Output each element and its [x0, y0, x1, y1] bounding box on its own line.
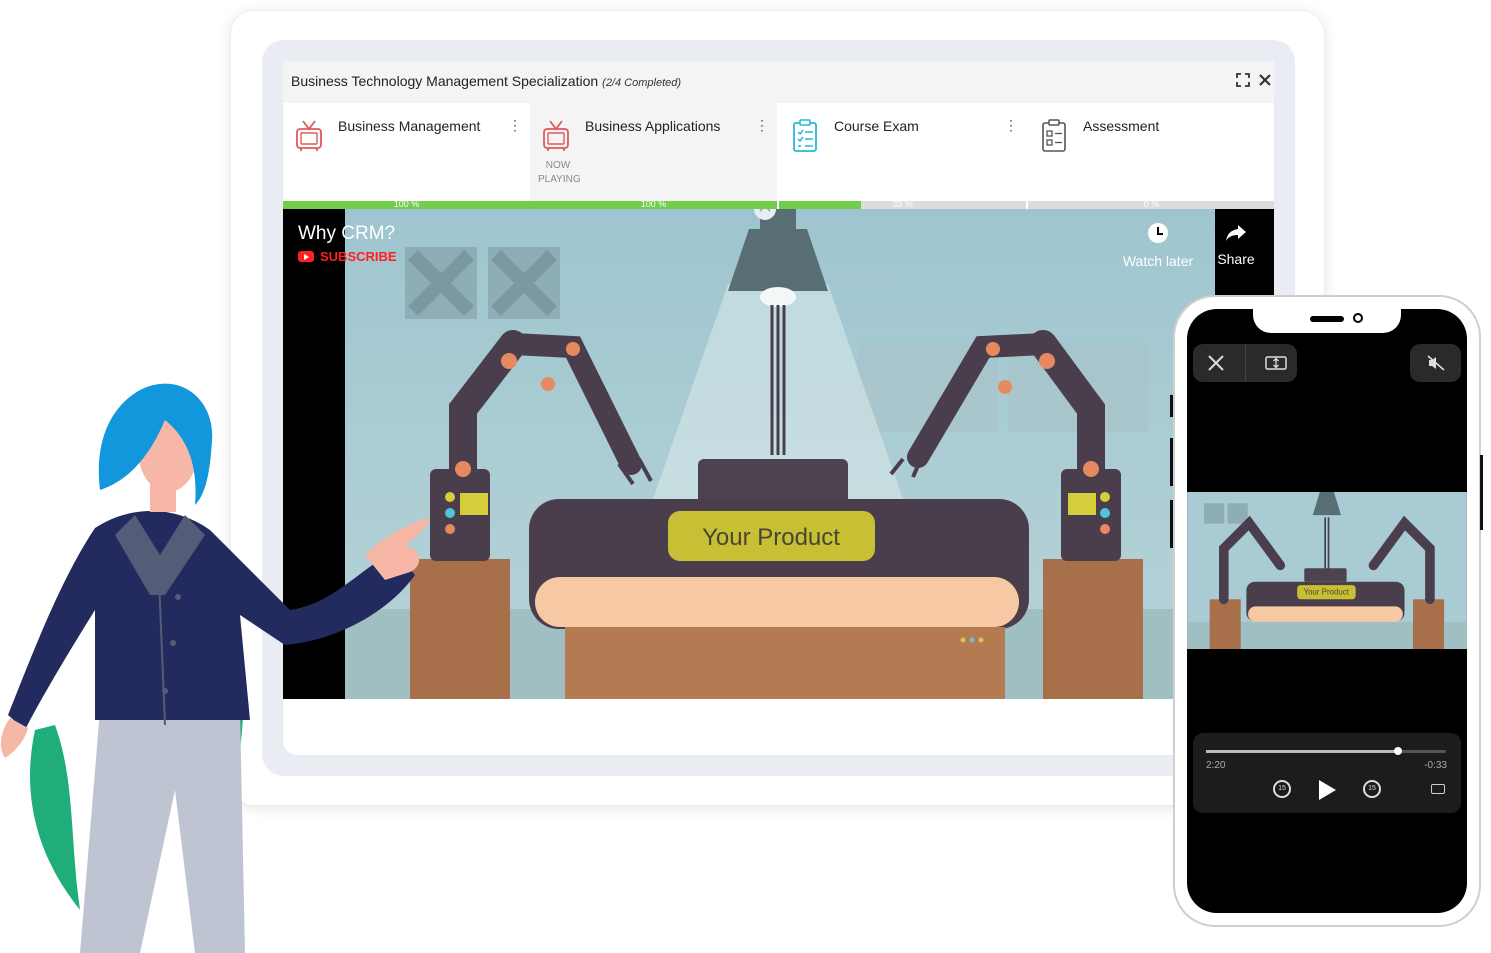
skip-forward-icon[interactable]: 15 [1363, 780, 1381, 798]
fullscreen-icon[interactable] [1236, 73, 1250, 87]
progress-bar: 100 % [283, 199, 530, 209]
video-title[interactable]: Why CRM? [298, 223, 395, 245]
progress-label: 100 % [393, 199, 420, 209]
progress-bar: 0 % [1028, 199, 1274, 209]
skip-back-icon[interactable]: 15 [1273, 780, 1291, 798]
tab-course-exam[interactable]: Course Exam ⋮ 33 % [779, 103, 1026, 209]
product-label: Your Product [702, 524, 840, 551]
more-options-icon[interactable]: ⋮ [755, 117, 769, 134]
tv-icon [296, 120, 322, 151]
tab-label: Business Management [338, 118, 481, 134]
phone-product-label: Your Product [1304, 588, 1350, 597]
close-icon[interactable] [1207, 354, 1225, 372]
seek-bar[interactable] [1206, 747, 1446, 755]
youtube-icon [298, 251, 314, 262]
progress-bar: 100 % [530, 199, 777, 209]
more-options-icon[interactable]: ⋮ [1004, 117, 1018, 134]
tab-label: Business Applications [585, 118, 721, 134]
share-icon [1226, 225, 1246, 241]
course-completion: (2/4 Completed) [602, 77, 682, 89]
share-label: Share [1217, 251, 1255, 267]
course-header: Business Technology Management Specializ… [283, 61, 1274, 103]
phone-video-player[interactable]: Your Product [1187, 309, 1467, 913]
course-title: Business Technology Management Specializ… [291, 73, 681, 89]
skip-forward-label: 15 [1368, 785, 1376, 792]
phone-speaker [1310, 316, 1344, 322]
phone-side-button [1170, 395, 1173, 417]
captions-icon[interactable] [1431, 784, 1445, 794]
lesson-tabs: Business Management ⋮ 100 % Business App… [283, 103, 1274, 251]
close-icon[interactable] [1259, 74, 1271, 86]
tab-assessment[interactable]: Assessment 0 % [1028, 103, 1274, 209]
seek-played [1206, 750, 1398, 753]
progress-label: 100 % [640, 199, 667, 209]
seek-knob[interactable] [1394, 747, 1402, 755]
divider [1245, 344, 1246, 382]
phone-side-button [1170, 438, 1173, 486]
resize-icon[interactable] [1265, 355, 1287, 371]
tab-business-management[interactable]: Business Management ⋮ 100 % [283, 103, 530, 209]
tab-label: Course Exam [834, 118, 919, 134]
progress-label: 33 % [892, 199, 913, 209]
remaining-time: -0:33 [1424, 760, 1447, 771]
phone-video-frame: Your Product [1187, 492, 1467, 649]
phone-camera [1353, 313, 1363, 323]
phone-side-button [1480, 455, 1483, 530]
tv-icon [543, 120, 569, 151]
more-options-icon[interactable]: ⋮ [508, 117, 522, 134]
tab-label: Assessment [1083, 118, 1160, 134]
progress-bar: 33 % [779, 199, 1026, 209]
clock-icon [1148, 223, 1168, 243]
skip-back-label: 15 [1278, 785, 1286, 792]
mute-icon[interactable] [1427, 355, 1445, 371]
phone-mute-control [1410, 344, 1461, 382]
phone-top-controls [1193, 344, 1297, 382]
now-playing-status: NOW PLAYING [538, 160, 581, 185]
progress-label: 0 % [1143, 199, 1160, 209]
watch-later-button[interactable]: Watch later [1121, 223, 1195, 269]
subscribe-button[interactable]: SUBSCRIBE [298, 249, 397, 264]
tab-business-applications[interactable]: Business Applications ⋮ NOW PLAYING 100 % [530, 103, 777, 209]
elapsed-time: 2:20 [1206, 760, 1226, 771]
watch-later-label: Watch later [1122, 253, 1194, 269]
phone-playback-controls: 2:20 -0:33 15 15 [1193, 733, 1461, 813]
phone-side-button [1170, 500, 1173, 548]
presenter-illustration [0, 383, 430, 953]
subscribe-label: SUBSCRIBE [320, 249, 397, 264]
course-title-text: Business Technology Management Specializ… [291, 73, 599, 89]
play-icon[interactable] [1319, 780, 1336, 800]
clipboard-icon [1042, 119, 1066, 152]
share-button[interactable]: Share [1211, 223, 1261, 267]
checklist-icon [793, 119, 817, 152]
